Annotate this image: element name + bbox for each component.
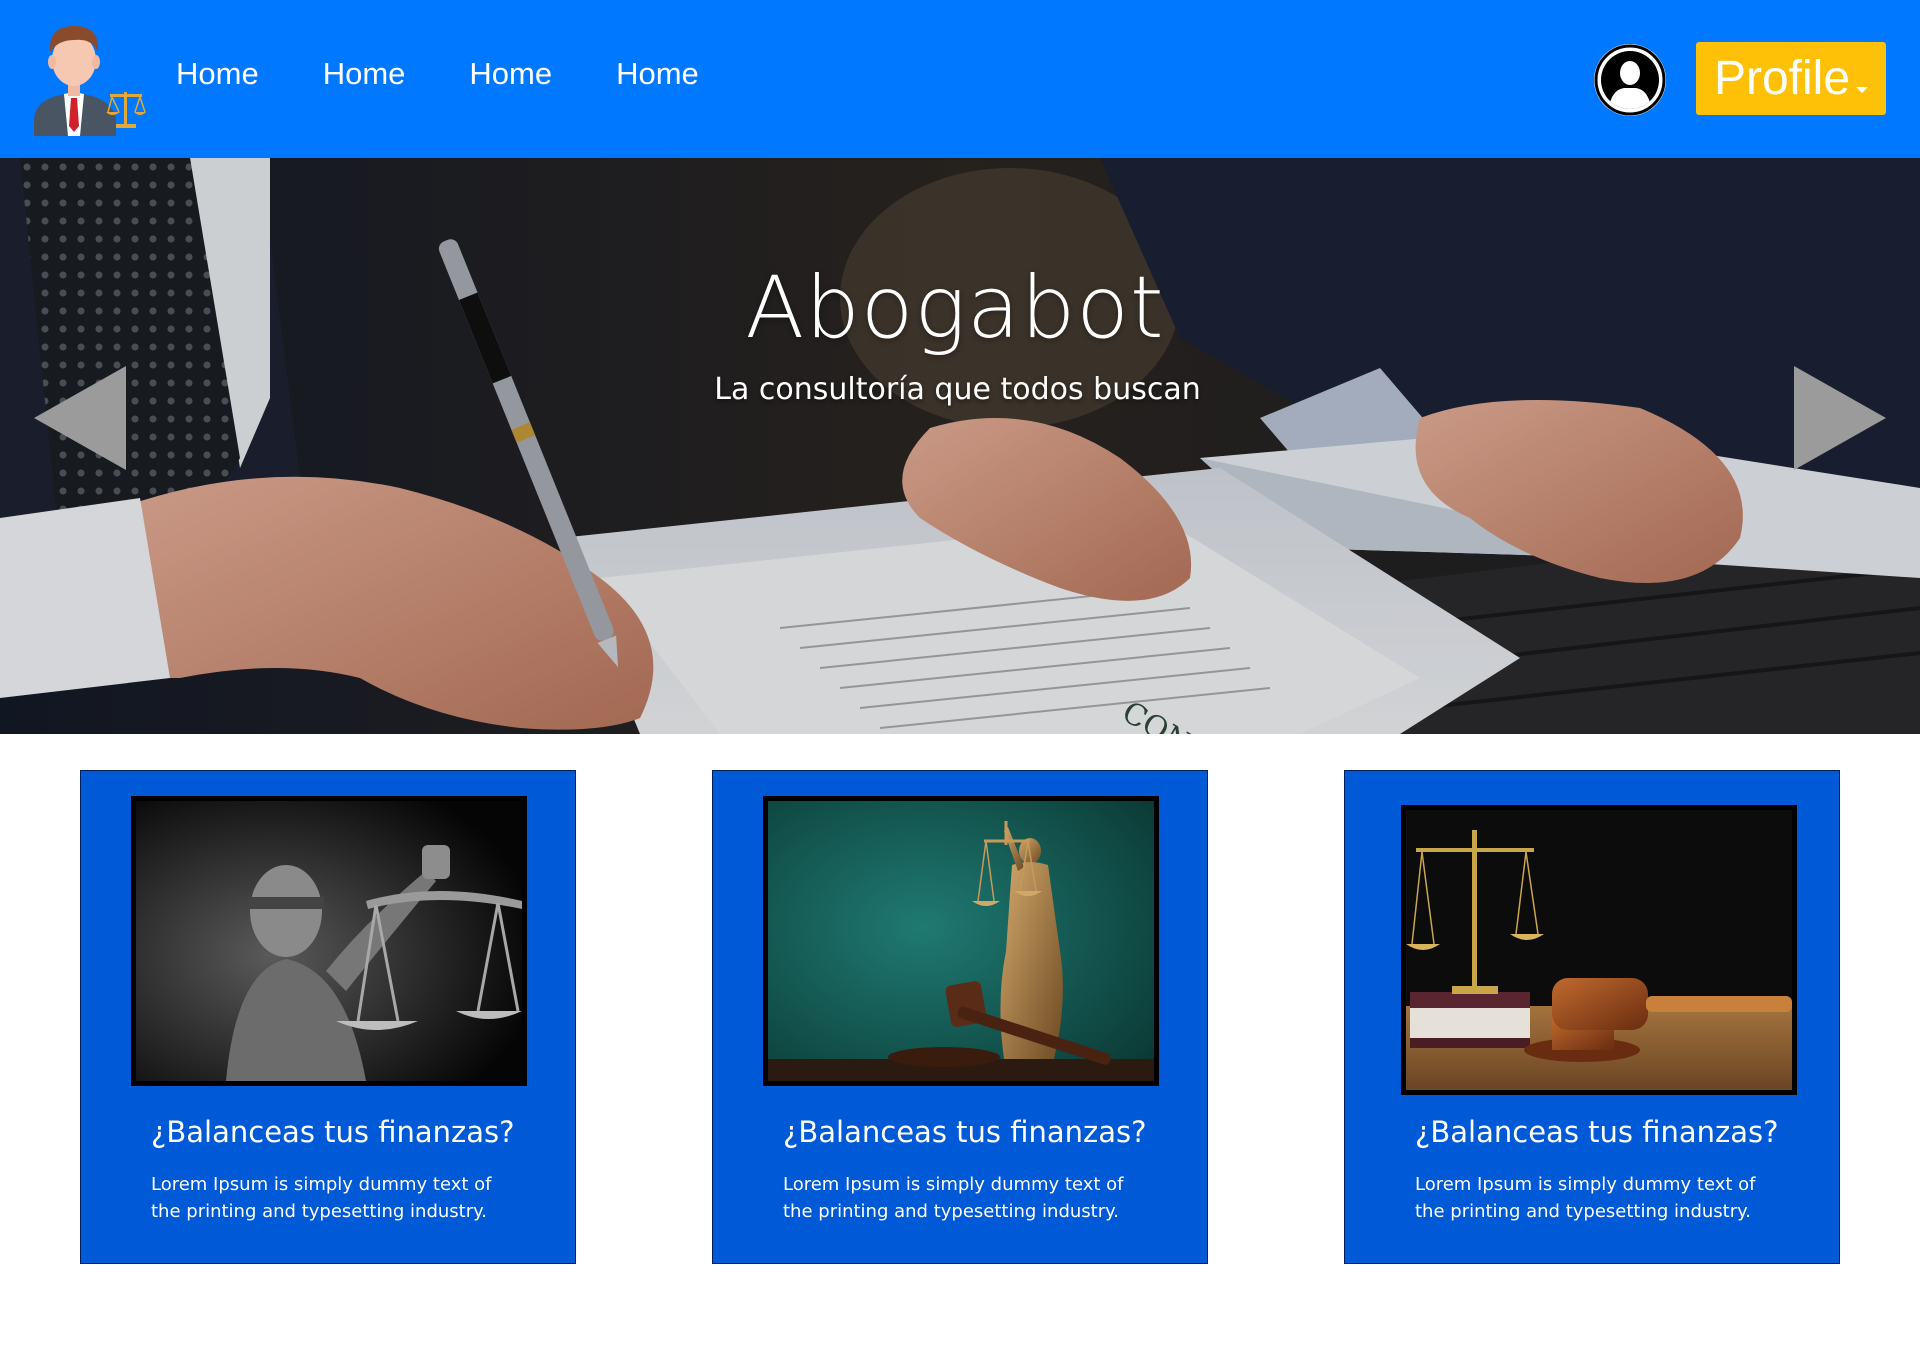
caret-down-icon bbox=[1856, 86, 1869, 93]
carousel-prev-button[interactable] bbox=[34, 366, 126, 470]
main-nav: Home Home Home Home bbox=[174, 52, 701, 96]
feature-card[interactable]: ¿Balanceas tus finanzas? Lorem Ipsum is … bbox=[1344, 770, 1840, 1264]
user-avatar-button[interactable] bbox=[1594, 44, 1666, 116]
feature-card[interactable]: ¿Balanceas tus finanzas? Lorem Ipsum is … bbox=[712, 770, 1208, 1264]
feature-card[interactable]: ¿Balanceas tus finanzas? Lorem Ipsum is … bbox=[80, 770, 576, 1264]
lady-justice-scales-bw-photo bbox=[131, 796, 527, 1086]
card-description: Lorem Ipsum is simply dummy text of the … bbox=[1415, 1174, 1756, 1222]
hero-title: Abogabot bbox=[745, 258, 1165, 358]
user-silhouette-icon bbox=[1594, 44, 1666, 116]
justice-statue-gavel-photo bbox=[763, 796, 1159, 1086]
card-description: Lorem Ipsum is simply dummy text of the … bbox=[783, 1174, 1124, 1222]
card-title: ¿Balanceas tus finanzas? bbox=[151, 1115, 515, 1149]
profile-button-label: Profile bbox=[1713, 52, 1851, 105]
nav-link-home-3[interactable]: Home bbox=[467, 52, 554, 96]
hero-carousel: CONTRATO Abogabot La consultoría que tod… bbox=[0, 158, 1920, 734]
hero-subtitle: La consultoría que todos buscan bbox=[714, 372, 1201, 407]
lawyer-logo-icon[interactable] bbox=[30, 22, 146, 136]
card-title: ¿Balanceas tus finanzas? bbox=[783, 1115, 1147, 1149]
carousel-next-button[interactable] bbox=[1794, 366, 1886, 470]
triangle-right-icon bbox=[1794, 366, 1886, 470]
nav-link-home-4[interactable]: Home bbox=[614, 52, 701, 96]
scales-gavel-books-photo bbox=[1401, 805, 1797, 1095]
profile-dropdown-button[interactable]: Profile bbox=[1696, 42, 1886, 115]
top-navbar: Home Home Home Home Profile bbox=[0, 0, 1920, 158]
nav-link-home-1[interactable]: Home bbox=[174, 52, 261, 96]
card-title: ¿Balanceas tus finanzas? bbox=[1415, 1115, 1779, 1149]
triangle-left-icon bbox=[34, 366, 126, 470]
hero-background-image: CONTRATO bbox=[0, 158, 1920, 734]
card-description: Lorem Ipsum is simply dummy text of the … bbox=[151, 1174, 492, 1222]
nav-link-home-2[interactable]: Home bbox=[321, 52, 408, 96]
